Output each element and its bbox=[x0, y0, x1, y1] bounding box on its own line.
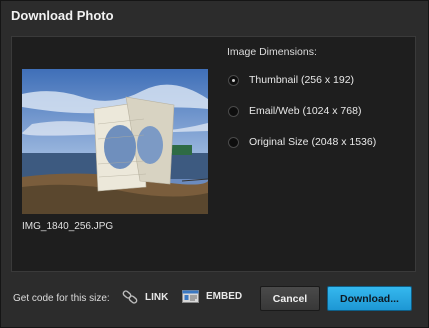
embed-icon bbox=[182, 290, 199, 303]
image-dimensions-label: Image Dimensions: bbox=[227, 46, 317, 58]
download-button[interactable]: Download... bbox=[327, 286, 412, 311]
photo-preview bbox=[22, 69, 208, 214]
radio-thumbnail[interactable] bbox=[228, 74, 239, 86]
link-label: LINK bbox=[145, 291, 169, 303]
embed-button[interactable]: EMBED bbox=[182, 290, 242, 303]
option-email-web[interactable]: Email/Web (1024 x 768) bbox=[228, 105, 361, 117]
chain-link-icon bbox=[122, 290, 138, 304]
cancel-button[interactable]: Cancel bbox=[260, 286, 320, 311]
link-button[interactable]: LINK bbox=[122, 290, 168, 304]
embed-label: EMBED bbox=[206, 291, 243, 302]
option-thumbnail[interactable]: Thumbnail (256 x 192) bbox=[228, 74, 354, 86]
option-original-size[interactable]: Original Size (2048 x 1536) bbox=[228, 136, 376, 148]
download-photo-dialog: Download Photo IMG_1840_256.JPG Image Di… bbox=[0, 0, 429, 328]
option-original-size-label: Original Size (2048 x 1536) bbox=[249, 136, 377, 148]
photo-filename: IMG_1840_256.JPG bbox=[22, 221, 114, 232]
radio-email-web[interactable] bbox=[228, 105, 239, 117]
option-thumbnail-label: Thumbnail (256 x 192) bbox=[249, 74, 355, 86]
option-email-web-label: Email/Web (1024 x 768) bbox=[249, 105, 362, 117]
dialog-title: Download Photo bbox=[11, 8, 114, 23]
radio-original-size[interactable] bbox=[228, 136, 239, 148]
get-code-label: Get code for this size: bbox=[13, 293, 110, 304]
content-panel: IMG_1840_256.JPG Image Dimensions: Thumb… bbox=[11, 36, 416, 272]
